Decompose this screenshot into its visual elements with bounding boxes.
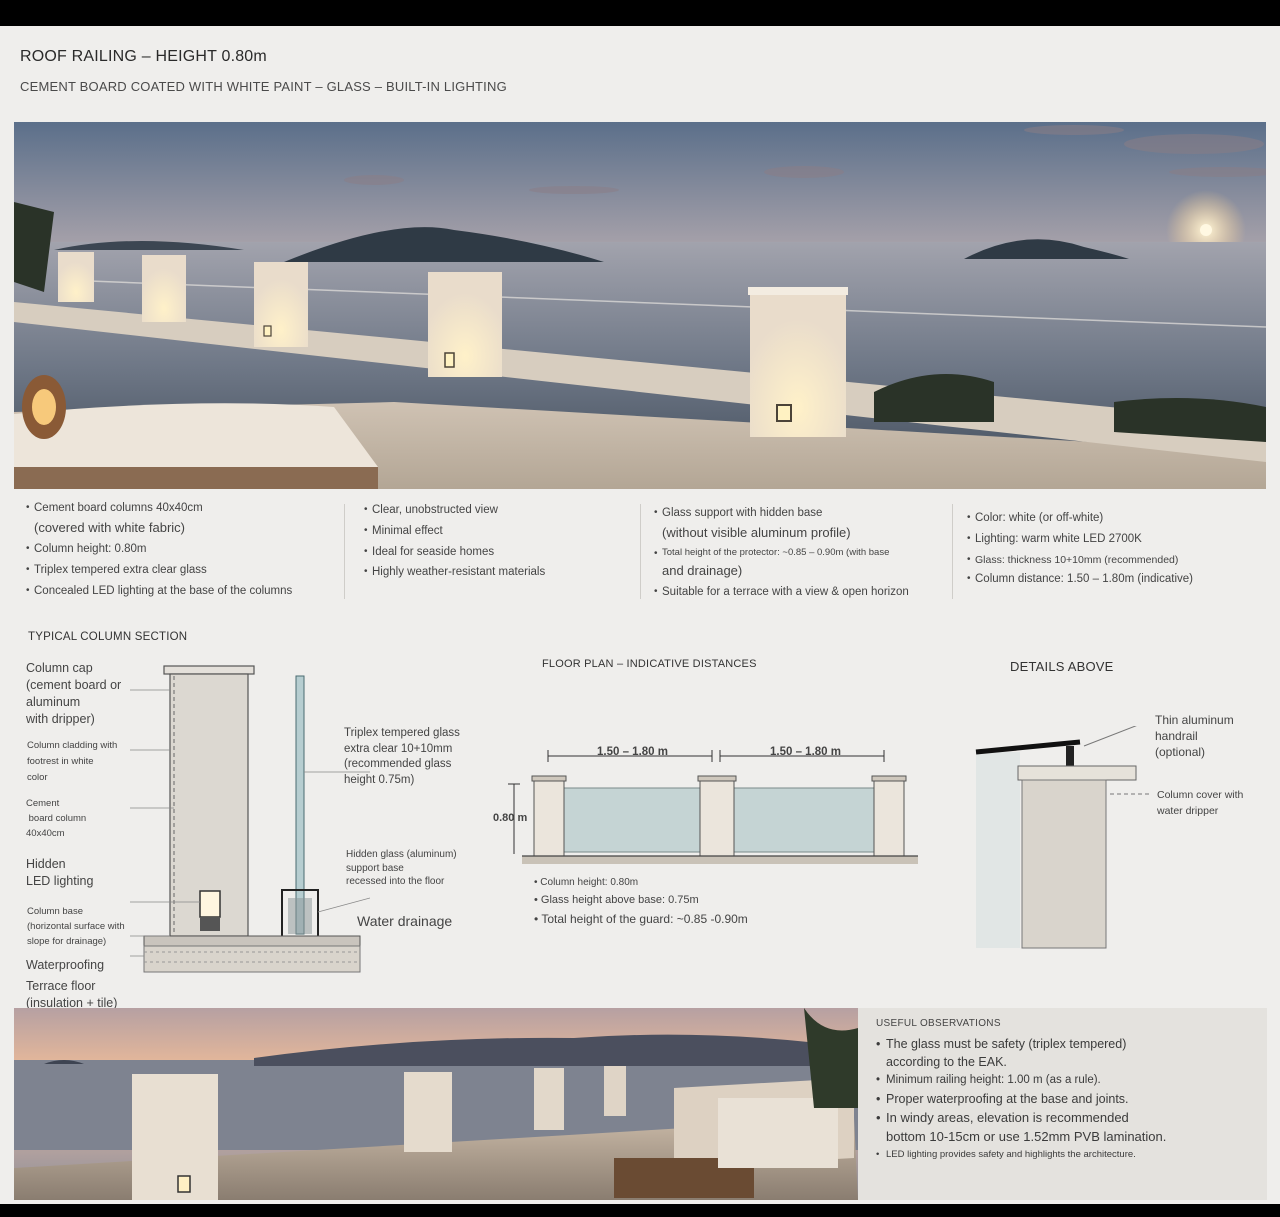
observation-item: In windy areas, elevation is recommended… [876,1109,1249,1147]
hero-photo [14,122,1266,489]
label-column-base: Column base (horizontal surface with slo… [27,906,125,948]
observation-item: Minimum railing height: 1.00 m (as a rul… [876,1072,1249,1089]
feature-text: Glass support with hidden base [662,507,823,519]
feature-item: Ideal for seaside homes [364,544,634,562]
plan-dimension-1: 1.50 – 1.80 m [597,746,668,758]
feature-subtext: and drainage) [662,562,743,578]
feature-item: Clear, unobstructed view [364,502,634,520]
divider [952,504,953,599]
feature-text: Highly weather-resistant materials [372,566,546,579]
label-hidden-led: Hidden LED lighting [26,857,94,888]
plan-note-text: Column height: 0.80m [540,877,639,888]
details-drawing [975,726,1150,949]
floor-plan-drawing [508,750,918,864]
feature-text: Cement board columns 40x40cm [34,502,203,514]
feature-item: Color: white (or off-white) [967,510,1267,528]
bottom-photo [14,1008,858,1200]
label-handrail: Thin aluminum handrail (optional) [1155,713,1234,760]
features-col-3: Glass support with hidden base (without v… [654,505,944,605]
feature-text: Suitable for a terrace with a view & ope… [662,585,909,598]
feature-item: Total height of the protector: ~0.85 – 0… [654,546,944,581]
document-sheet: ROOF RAILING – HEIGHT 0.80m CEMENT BOARD… [0,26,1280,1204]
hero-scene [14,122,1266,489]
feature-text: Column height: 0.80m [34,542,147,555]
label-column-cap: Column cap (cement board or aluminum wit… [26,661,122,726]
feature-text: Total height of the protector: ~0.85 – 0… [662,546,890,558]
feature-text: Lighting: warm white LED 2700K [975,532,1142,545]
feature-item: Concealed LED lighting at the base of th… [26,583,346,601]
label-terrace-floor: Terrace floor (insulation + tile) [26,979,118,1010]
feature-item: Triplex tempered extra clear glass [26,562,346,580]
label-triplex-glass: Triplex tempered glass extra clear 10+10… [344,727,460,786]
observation-item: The glass must be safety (triplex temper… [876,1035,1249,1071]
label-board-column: Cement board column 40x40cm [26,798,87,840]
bottom-scene [14,1008,858,1200]
plan-note: • Column height: 0.80m [534,877,639,888]
feature-item: Glass: thickness 10+10mm (recommended) [967,552,1267,568]
feature-item: Glass support with hidden base (without v… [654,505,944,543]
feature-text: Color: white (or off-white) [975,512,1104,524]
column-section-drawing [130,665,370,973]
page-title: ROOF RAILING – HEIGHT 0.80m [20,48,267,65]
plan-height: 0.80 m [493,812,528,824]
feature-item: Cement board columns 40x40cm (covered wit… [26,500,346,538]
divider [344,504,345,599]
features-col-1: Cement board columns 40x40cm (covered wit… [26,500,346,603]
feature-text: Column distance: 1.50 – 1.80m (indicativ… [975,572,1193,585]
feature-text: Glass: thickness 10+10mm (recommended) [975,553,1179,566]
plan-note-text: Glass height above base: 0.75m [540,894,699,906]
divider [640,504,641,599]
plan-note-text: Total height of the guard: ~0.85 -0.90m [541,912,748,926]
feature-item: Highly weather-resistant materials [364,564,634,582]
feature-text: Minimal effect [372,524,443,537]
plan-note: • Total height of the guard: ~0.85 -0.90… [534,912,748,926]
feature-item: Suitable for a terrace with a view & ope… [654,584,944,602]
plan-dimension-2: 1.50 – 1.80 m [770,746,841,758]
feature-text: Clear, unobstructed view [372,504,498,516]
feature-text: Triplex tempered extra clear glass [34,563,207,576]
label-water-drainage: Water drainage [357,913,453,929]
page-subtitle: CEMENT BOARD COATED WITH WHITE PAINT – G… [20,79,507,94]
label-waterproofing: Waterproofing [26,958,105,972]
observation-item: Proper waterproofing at the base and joi… [876,1090,1249,1108]
feature-item: Column height: 0.80m [26,541,346,559]
section-title: TYPICAL COLUMN SECTION [28,631,188,643]
features-col-4: Color: white (or off-white) Lighting: wa… [967,510,1267,592]
label-glass-base: Hidden glass (aluminum) support base rec… [346,849,457,887]
label-column-cladding: Column cladding with footrest in white c… [27,740,118,784]
observation-item: LED lighting provides safety and highlig… [876,1148,1249,1162]
observations-title: USEFUL OBSERVATIONS [876,1018,1001,1029]
label-column-cover: Column cover with water dripper [1157,789,1244,817]
feature-subtext: (covered with white fabric) [34,519,185,535]
feature-item: Lighting: warm white LED 2700K [967,531,1267,549]
feature-item: Minimal effect [364,523,634,541]
feature-text: Ideal for seaside homes [372,545,495,558]
plan-note: • Glass height above base: 0.75m [534,894,699,906]
feature-text: Concealed LED lighting at the base of th… [34,584,293,597]
features-col-2: Clear, unobstructed view Minimal effect … [364,502,634,585]
observations-panel: USEFUL OBSERVATIONS The glass must be sa… [858,1008,1267,1200]
details-title: DETAILS ABOVE [1010,659,1114,674]
feature-subtext: (without visible aluminum profile) [662,524,851,540]
feature-item: Column distance: 1.50 – 1.80m (indicativ… [967,571,1267,589]
plan-title: FLOOR PLAN – INDICATIVE DISTANCES [542,658,757,670]
